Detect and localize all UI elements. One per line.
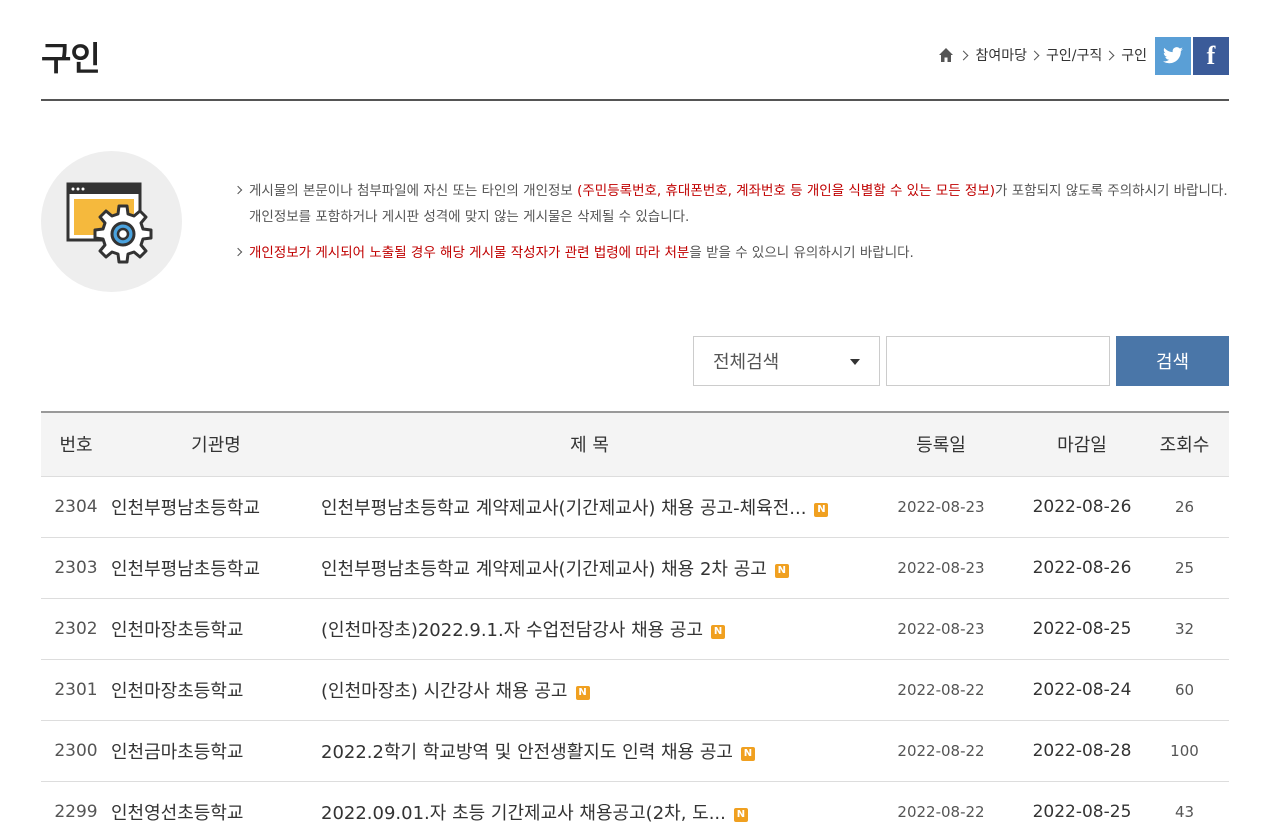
breadcrumb: 참여마당 구인/구직 구인: [938, 45, 1147, 65]
row-organization: 인천부평남초등학교: [111, 476, 321, 538]
new-badge: N: [774, 563, 789, 578]
breadcrumb-item-participation[interactable]: 참여마당: [975, 45, 1027, 65]
row-deadline-date: 2022-08-28: [1024, 720, 1140, 782]
row-number: 2301: [41, 659, 111, 721]
row-title-cell: 인천부평남초등학교 계약제교사(기간제교사) 채용 공고-체육전... N: [321, 476, 858, 538]
row-view-count: 25: [1140, 537, 1229, 599]
new-badge: N: [575, 685, 590, 700]
notice-item: 개인정보가 게시되어 노출될 경우 해당 게시물 작성자가 관련 법령에 따라 …: [235, 240, 1229, 266]
share-buttons: f: [1155, 37, 1229, 75]
table-header-row: 번호 기관명 제 목 등록일 마감일 조회수: [41, 412, 1229, 477]
facebook-icon: f: [1206, 41, 1216, 70]
col-registered: 등록일: [858, 412, 1024, 477]
new-badge: N: [814, 502, 829, 517]
new-badge: N: [733, 807, 748, 822]
row-view-count: 60: [1140, 659, 1229, 721]
caret-down-icon: [850, 359, 860, 365]
row-organization: 인천마장초등학교: [111, 659, 321, 721]
new-badge: N: [740, 746, 755, 761]
table-row[interactable]: 2299 인천영선초등학교 2022.09.01.자 초등 기간제교사 채용공고(2…: [41, 781, 1229, 836]
row-title-cell: 2022.2학기 학교방역 및 안전생활지도 인력 채용 공고 N: [321, 720, 858, 782]
row-title-cell: 2022.09.01.자 초등 기간제교사 채용공고(2차, 도... N: [321, 781, 858, 836]
row-deadline-date: 2022-08-24: [1024, 659, 1140, 721]
row-number: 2299: [41, 781, 111, 836]
col-organization: 기관명: [111, 412, 321, 477]
table-row[interactable]: 2302 인천마장초등학교 (인천마장초)2022.9.1.자 수업전담강사 채용 …: [41, 598, 1229, 660]
twitter-share-button[interactable]: [1155, 37, 1191, 75]
job-posting-table: 번호 기관명 제 목 등록일 마감일 조회수 2304 인천부평남초등학교 인천부평…: [41, 411, 1229, 836]
facebook-share-button[interactable]: f: [1193, 37, 1229, 75]
row-registered-date: 2022-08-23: [858, 537, 1024, 599]
row-registered-date: 2022-08-23: [858, 476, 1024, 538]
row-organization: 인천마장초등학교: [111, 598, 321, 660]
chevron-right-icon: [1029, 50, 1040, 60]
search-input[interactable]: [886, 336, 1110, 386]
col-title: 제 목: [321, 412, 858, 477]
row-title-link[interactable]: (인천마장초) 시간강사 채용 공고: [321, 681, 568, 702]
new-badge: N: [711, 624, 726, 639]
row-title-link[interactable]: (인천마장초)2022.9.1.자 수업전담강사 채용 공고: [321, 620, 703, 641]
privacy-notice: 게시물의 본문이나 첨부파일에 자신 또는 타인의 개인정보 (주민등록번호, …: [41, 151, 1229, 293]
row-organization: 인천부평남초등학교: [111, 537, 321, 599]
chevron-right-icon: [1104, 50, 1115, 60]
row-registered-date: 2022-08-22: [858, 720, 1024, 782]
search-bar: 전체검색 검색: [693, 336, 1229, 386]
row-title-link[interactable]: 인천부평남초등학교 계약제교사(기간제교사) 채용 공고-체육전...: [321, 498, 806, 519]
table-row[interactable]: 2300 인천금마초등학교 2022.2학기 학교방역 및 안전생활지도 인력 채용…: [41, 720, 1229, 782]
row-title-cell: 인천부평남초등학교 계약제교사(기간제교사) 채용 2차 공고 N: [321, 537, 858, 599]
search-scope-select[interactable]: 전체검색: [693, 336, 880, 386]
row-organization: 인천금마초등학교: [111, 720, 321, 782]
page-title: 구인: [41, 39, 101, 78]
row-view-count: 32: [1140, 598, 1229, 660]
row-number: 2303: [41, 537, 111, 599]
row-registered-date: 2022-08-22: [858, 659, 1024, 721]
row-registered-date: 2022-08-22: [858, 781, 1024, 836]
row-number: 2300: [41, 720, 111, 782]
chevron-right-icon: [959, 50, 969, 60]
row-title-link[interactable]: 2022.09.01.자 초등 기간제교사 채용공고(2차, 도...: [321, 803, 726, 824]
row-view-count: 43: [1140, 781, 1229, 836]
row-number: 2302: [41, 598, 111, 660]
row-title-link[interactable]: 2022.2학기 학교방역 및 안전생활지도 인력 채용 공고: [321, 742, 733, 763]
col-deadline: 마감일: [1024, 412, 1140, 477]
row-registered-date: 2022-08-23: [858, 598, 1024, 660]
row-view-count: 100: [1140, 720, 1229, 782]
page-header: 구인 참여마당 구인/구직 구인 f: [41, 28, 1229, 101]
home-icon[interactable]: [938, 47, 954, 63]
col-views: 조회수: [1140, 412, 1229, 477]
search-button[interactable]: 검색: [1116, 336, 1229, 386]
row-deadline-date: 2022-08-25: [1024, 781, 1140, 836]
table-row[interactable]: 2303 인천부평남초등학교 인천부평남초등학교 계약제교사(기간제교사) 채용 2…: [41, 537, 1229, 599]
breadcrumb-item-hiring[interactable]: 구인: [1121, 45, 1147, 65]
table-row[interactable]: 2304 인천부평남초등학교 인천부평남초등학교 계약제교사(기간제교사) 채용 공…: [41, 476, 1229, 538]
row-deadline-date: 2022-08-26: [1024, 537, 1140, 599]
row-title-cell: (인천마장초)2022.9.1.자 수업전담강사 채용 공고 N: [321, 598, 858, 660]
row-title-link[interactable]: 인천부평남초등학교 계약제교사(기간제교사) 채용 2차 공고: [321, 559, 767, 580]
notice-item: 게시물의 본문이나 첨부파일에 자신 또는 타인의 개인정보 (주민등록번호, …: [235, 178, 1229, 230]
settings-window-icon: [66, 182, 153, 264]
col-number: 번호: [41, 412, 111, 477]
twitter-icon: [1163, 47, 1183, 64]
row-deadline-date: 2022-08-26: [1024, 476, 1140, 538]
row-view-count: 26: [1140, 476, 1229, 538]
breadcrumb-item-jobs[interactable]: 구인/구직: [1046, 45, 1102, 65]
row-organization: 인천영선초등학교: [111, 781, 321, 836]
row-title-cell: (인천마장초) 시간강사 채용 공고 N: [321, 659, 858, 721]
notice-illustration: [41, 151, 182, 292]
row-deadline-date: 2022-08-25: [1024, 598, 1140, 660]
table-row[interactable]: 2301 인천마장초등학교 (인천마장초) 시간강사 채용 공고 N 2022-08-2…: [41, 659, 1229, 721]
row-number: 2304: [41, 476, 111, 538]
